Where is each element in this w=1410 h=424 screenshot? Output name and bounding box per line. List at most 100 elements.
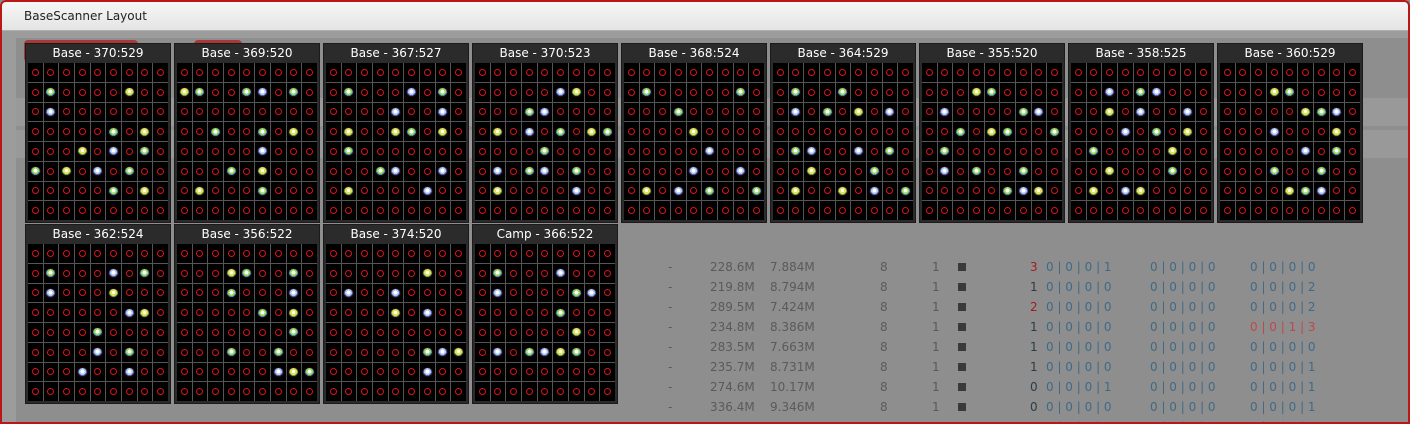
grid-cell[interactable] bbox=[451, 263, 466, 283]
grid-cell[interactable] bbox=[639, 102, 655, 122]
grid-cell[interactable] bbox=[867, 201, 882, 220]
grid-cell[interactable] bbox=[655, 63, 670, 82]
grid-cell[interactable] bbox=[106, 382, 121, 401]
grid-cell[interactable] bbox=[1235, 161, 1251, 181]
grid-cell[interactable] bbox=[373, 102, 388, 122]
grid-cell[interactable] bbox=[1102, 63, 1117, 82]
grid-cell[interactable] bbox=[624, 161, 639, 181]
grid-cell[interactable] bbox=[506, 244, 521, 263]
grid-cell[interactable] bbox=[867, 82, 882, 102]
grid-cell[interactable] bbox=[451, 142, 466, 161]
grid-cell[interactable] bbox=[851, 181, 866, 201]
grid-cell[interactable] bbox=[1165, 63, 1180, 82]
grid-cell[interactable] bbox=[137, 122, 153, 141]
grid-cell[interactable] bbox=[506, 63, 521, 82]
grid-cell[interactable] bbox=[1071, 161, 1086, 181]
grid-cell[interactable] bbox=[326, 142, 341, 161]
grid-cell[interactable] bbox=[153, 122, 168, 141]
grid-cell[interactable] bbox=[224, 244, 239, 263]
grid-cell[interactable] bbox=[867, 161, 882, 181]
grid-cell[interactable] bbox=[341, 122, 357, 141]
grid-cell[interactable] bbox=[600, 342, 615, 362]
grid-cell[interactable] bbox=[749, 102, 764, 122]
grid-cell[interactable] bbox=[820, 82, 835, 102]
grid-cell[interactable] bbox=[1031, 142, 1047, 161]
grid-cell[interactable] bbox=[43, 323, 59, 342]
grid-cell[interactable] bbox=[1047, 142, 1062, 161]
grid-cell[interactable] bbox=[28, 82, 43, 102]
grid-cell[interactable] bbox=[192, 201, 208, 220]
base-panel[interactable]: Camp - 366:522 bbox=[472, 224, 618, 404]
grid-cell[interactable] bbox=[177, 142, 192, 161]
grid-cell[interactable] bbox=[75, 161, 90, 181]
grid-cell[interactable] bbox=[733, 142, 749, 161]
grid-cell[interactable] bbox=[420, 63, 435, 82]
grid-cell[interactable] bbox=[59, 244, 74, 263]
grid-cell[interactable] bbox=[388, 283, 404, 303]
grid-cell[interactable] bbox=[671, 102, 686, 122]
grid-cell[interactable] bbox=[553, 362, 568, 382]
grid-cell[interactable] bbox=[537, 82, 553, 102]
grid-cell[interactable] bbox=[655, 161, 670, 181]
grid-cell[interactable] bbox=[28, 323, 43, 342]
grid-cell[interactable] bbox=[600, 382, 615, 401]
grid-cell[interactable] bbox=[835, 82, 851, 102]
grid-cell[interactable] bbox=[1016, 201, 1031, 220]
grid-cell[interactable] bbox=[788, 63, 804, 82]
grid-cell[interactable] bbox=[75, 382, 90, 401]
grid-cell[interactable] bbox=[506, 102, 521, 122]
grid-cell[interactable] bbox=[569, 161, 584, 181]
grid-cell[interactable] bbox=[122, 362, 137, 382]
grid-cell[interactable] bbox=[686, 63, 702, 82]
grid-cell[interactable] bbox=[1220, 181, 1235, 201]
grid-cell[interactable] bbox=[90, 263, 106, 283]
grid-cell[interactable] bbox=[937, 82, 953, 102]
grid-cell[interactable] bbox=[1220, 161, 1235, 181]
grid-cell[interactable] bbox=[1000, 181, 1015, 201]
grid-cell[interactable] bbox=[553, 181, 568, 201]
grid-cell[interactable] bbox=[255, 181, 270, 201]
grid-cell[interactable] bbox=[255, 303, 270, 322]
grid-cell[interactable] bbox=[302, 63, 317, 82]
grid-cell[interactable] bbox=[373, 244, 388, 263]
grid-cell[interactable] bbox=[1000, 82, 1015, 102]
grid-cell[interactable] bbox=[1267, 122, 1282, 141]
grid-cell[interactable] bbox=[1196, 82, 1211, 102]
grid-cell[interactable] bbox=[255, 382, 270, 401]
grid-cell[interactable] bbox=[851, 161, 866, 181]
grid-cell[interactable] bbox=[733, 201, 749, 220]
grid-cell[interactable] bbox=[1196, 122, 1211, 141]
grid-cell[interactable] bbox=[898, 181, 913, 201]
grid-cell[interactable] bbox=[1071, 181, 1086, 201]
grid-cell[interactable] bbox=[326, 82, 341, 102]
grid-cell[interactable] bbox=[1047, 82, 1062, 102]
grid-cell[interactable] bbox=[75, 181, 90, 201]
grid-cell[interactable] bbox=[90, 323, 106, 342]
grid-cell[interactable] bbox=[733, 122, 749, 141]
grid-cell[interactable] bbox=[43, 283, 59, 303]
grid-cell[interactable] bbox=[537, 362, 553, 382]
grid-cell[interactable] bbox=[122, 142, 137, 161]
grid-cell[interactable] bbox=[506, 323, 521, 342]
grid-cell[interactable] bbox=[59, 382, 74, 401]
grid-cell[interactable] bbox=[122, 82, 137, 102]
grid-cell[interactable] bbox=[192, 303, 208, 322]
grid-cell[interactable] bbox=[177, 63, 192, 82]
grid-cell[interactable] bbox=[600, 263, 615, 283]
grid-cell[interactable] bbox=[43, 181, 59, 201]
grid-cell[interactable] bbox=[522, 102, 537, 122]
grid-cell[interactable] bbox=[1086, 161, 1102, 181]
grid-cell[interactable] bbox=[388, 382, 404, 401]
grid-cell[interactable] bbox=[569, 244, 584, 263]
grid-cell[interactable] bbox=[326, 323, 341, 342]
grid-cell[interactable] bbox=[271, 323, 286, 342]
grid-cell[interactable] bbox=[341, 201, 357, 220]
grid-cell[interactable] bbox=[898, 82, 913, 102]
grid-cell[interactable] bbox=[1298, 102, 1313, 122]
grid-cell[interactable] bbox=[208, 63, 223, 82]
grid-cell[interactable] bbox=[686, 102, 702, 122]
grid-cell[interactable] bbox=[373, 181, 388, 201]
grid-cell[interactable] bbox=[600, 122, 615, 141]
grid-cell[interactable] bbox=[522, 362, 537, 382]
grid-cell[interactable] bbox=[969, 161, 984, 181]
